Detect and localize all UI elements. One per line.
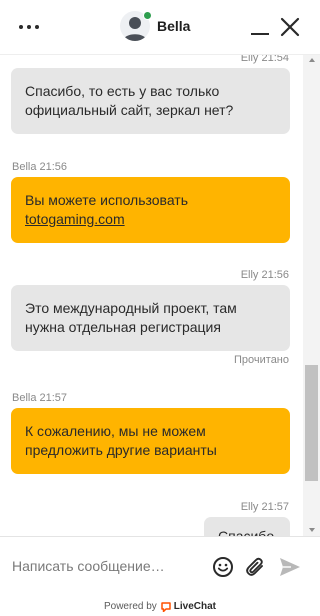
- message-list[interactable]: Elly 21:54 Спасибо, то есть у вас только…: [0, 55, 303, 536]
- agent-name: Bella: [157, 18, 191, 34]
- message-text: К сожалению, мы не можем предложить друг…: [25, 423, 217, 458]
- message-meta: Elly 21:56: [240, 269, 289, 281]
- message-meta: Elly 21:57: [240, 501, 289, 513]
- menu-dot: [27, 25, 31, 29]
- message-meta: Elly 21:54: [240, 55, 289, 64]
- close-icon[interactable]: [279, 16, 301, 38]
- agent-message-bubble: К сожалению, мы не можем предложить друг…: [11, 408, 290, 474]
- scrollbar-thumb[interactable]: [305, 365, 318, 481]
- powered-by-label: Powered by: [103, 601, 157, 612]
- composer: [0, 536, 320, 595]
- send-icon[interactable]: [278, 556, 302, 578]
- menu-dot: [35, 25, 39, 29]
- message-text: Спасибо, то есть у вас только официальны…: [25, 83, 234, 118]
- message-scrollbar[interactable]: [303, 55, 320, 536]
- read-receipt: Прочитано: [234, 354, 289, 366]
- scroll-up-arrow-icon[interactable]: [309, 58, 315, 62]
- message-link[interactable]: totogaming.com: [25, 211, 125, 227]
- minimize-icon[interactable]: [248, 18, 272, 38]
- visitor-message-bubble: Спасибо: [204, 517, 290, 536]
- message-text: Спасибо: [218, 528, 275, 536]
- agent-message-bubble: Вы можете использовать totogaming.com: [11, 177, 290, 243]
- chat-header: Bella: [0, 0, 320, 55]
- more-horizontal-icon[interactable]: [14, 16, 44, 38]
- paperclip-icon[interactable]: [244, 556, 266, 578]
- message-text-prefix: Вы можете использовать: [25, 192, 189, 208]
- emoji-icon[interactable]: [212, 556, 234, 578]
- message-text: Вы можете использовать totogaming.com: [25, 191, 188, 229]
- message-meta: Bella 21:56: [12, 161, 68, 173]
- visitor-message-bubble: Это международный проект, там нужна отде…: [11, 285, 290, 351]
- message-input[interactable]: [12, 554, 202, 578]
- livechat-logo-icon: [161, 601, 171, 612]
- powered-by-footer[interactable]: Powered by LiveChat: [0, 597, 320, 616]
- agent-info: Bella: [120, 11, 190, 41]
- menu-dot: [19, 25, 23, 29]
- message-meta: Bella 21:57: [12, 392, 68, 404]
- scroll-down-arrow-icon[interactable]: [309, 528, 315, 532]
- livechat-brand: LiveChat: [173, 601, 217, 612]
- online-status-indicator: [143, 11, 152, 20]
- visitor-message-bubble: Спасибо, то есть у вас только официальны…: [11, 68, 290, 134]
- message-text: Это международный проект, там нужна отде…: [25, 300, 237, 335]
